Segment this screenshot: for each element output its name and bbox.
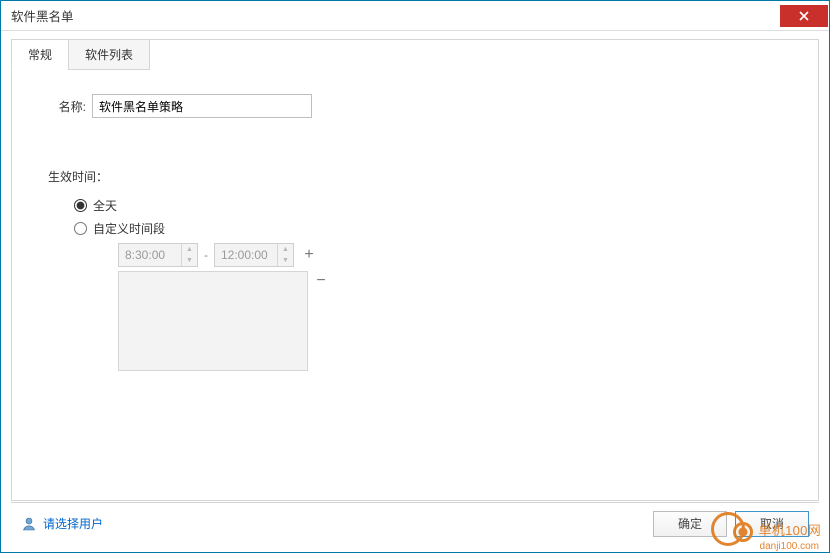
add-time-range-button[interactable]: +: [300, 247, 318, 263]
window-title: 软件黑名单: [11, 6, 74, 25]
select-user-label: 请选择用户: [43, 515, 103, 532]
time-editor: ▲ ▼ - ▲ ▼: [118, 243, 782, 371]
tab-panel: 常规 软件列表 名称: 生效时间： 全天: [11, 39, 819, 501]
name-input[interactable]: [92, 94, 312, 118]
dialog-software-blacklist: 软件黑名单 常规 软件列表 名称: 生效时间: [0, 0, 830, 553]
user-icon: [21, 516, 37, 532]
radio-custom[interactable]: [74, 222, 87, 235]
time-list-row: −: [118, 269, 782, 371]
tab-strip: 常规 软件列表: [11, 39, 150, 70]
select-user-link[interactable]: 请选择用户: [21, 515, 103, 532]
radio-all-day-row[interactable]: 全天: [74, 197, 782, 214]
time-to-up[interactable]: ▲: [278, 244, 293, 255]
content-area: 常规 软件列表 名称: 生效时间： 全天: [1, 31, 829, 502]
time-to-spin-buttons: ▲ ▼: [277, 244, 293, 266]
effective-time-group: 全天 自定义时间段 ▲ ▼: [74, 197, 782, 371]
title-bar: 软件黑名单: [1, 1, 829, 31]
remove-time-range-button[interactable]: −: [312, 273, 330, 289]
time-from-up[interactable]: ▲: [182, 244, 197, 255]
tab-software-list-label: 软件列表: [85, 48, 133, 62]
time-from-input[interactable]: [119, 244, 181, 266]
close-icon: [799, 11, 809, 21]
time-to-spinner[interactable]: ▲ ▼: [214, 243, 294, 267]
radio-all-day[interactable]: [74, 199, 87, 212]
radio-custom-label: 自定义时间段: [93, 220, 165, 237]
radio-all-day-label: 全天: [93, 197, 117, 214]
cancel-button[interactable]: 取消: [735, 511, 809, 537]
tab-software-list[interactable]: 软件列表: [68, 39, 150, 70]
name-label: 名称:: [48, 98, 86, 115]
effective-time-label: 生效时间：: [48, 168, 782, 185]
time-to-down[interactable]: ▼: [278, 255, 293, 266]
ok-button[interactable]: 确定: [653, 511, 727, 537]
time-to-input[interactable]: [215, 244, 277, 266]
name-row: 名称:: [48, 94, 782, 118]
time-from-down[interactable]: ▼: [182, 255, 197, 266]
time-range-dash: -: [204, 248, 208, 262]
tab-general-label: 常规: [28, 48, 52, 62]
close-button[interactable]: [780, 5, 828, 27]
time-from-spin-buttons: ▲ ▼: [181, 244, 197, 266]
dialog-footer: 请选择用户 确定 取消: [11, 502, 819, 544]
tab-general[interactable]: 常规: [11, 39, 69, 70]
time-range-row: ▲ ▼ - ▲ ▼: [118, 243, 782, 267]
tab-body-general: 名称: 生效时间： 全天 自定义时间段: [12, 40, 818, 371]
radio-custom-row[interactable]: 自定义时间段: [74, 220, 782, 237]
time-ranges-list[interactable]: [118, 271, 308, 371]
time-from-spinner[interactable]: ▲ ▼: [118, 243, 198, 267]
